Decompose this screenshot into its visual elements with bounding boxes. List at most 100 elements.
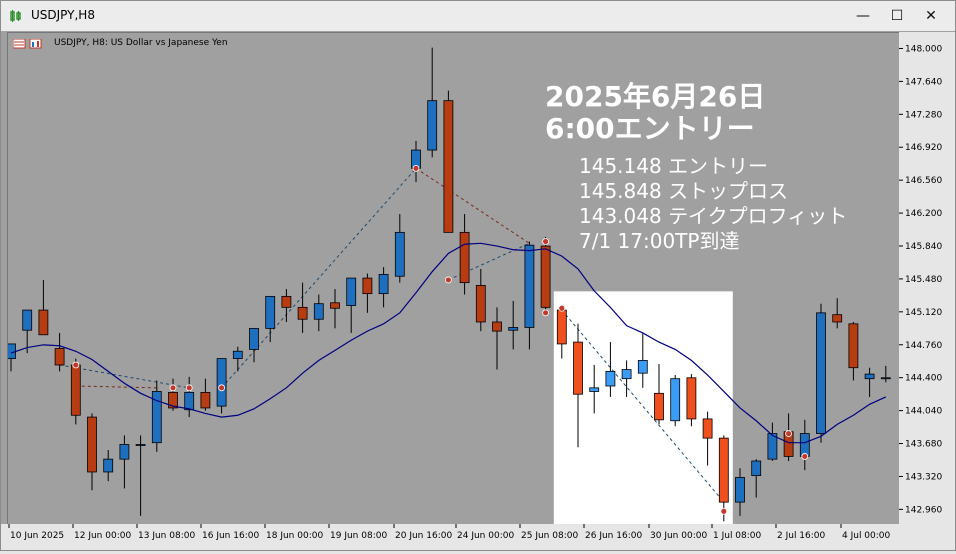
chart-header-icons (13, 39, 42, 49)
price-tick-label: 146.920 (905, 143, 942, 153)
chart-plot-area[interactable] (6, 32, 900, 526)
trade-marker (542, 309, 549, 317)
time-tick-label: 4 Jul 00:00 (842, 531, 891, 541)
trade-marker (169, 384, 177, 392)
candle-body (200, 391, 211, 409)
minimize-button[interactable]: — (846, 1, 880, 31)
candle-body (508, 327, 519, 331)
candle-body (670, 378, 681, 422)
price-tick-label: 143.680 (905, 440, 942, 450)
candle-body (330, 302, 340, 309)
candle-body (443, 100, 454, 233)
trade-line (75, 385, 157, 389)
price-tick-label: 147.280 (905, 110, 942, 120)
trade-highlight-box (553, 291, 733, 525)
candle-body (184, 391, 195, 411)
time-tick-label: 16 Jun 16:00 (202, 531, 259, 541)
chart-icon (10, 10, 21, 22)
time-tick-label: 30 Jun 00:00 (650, 531, 707, 541)
candle-body (637, 359, 648, 374)
candle-body (249, 327, 259, 350)
time-tick-label: 18 Jun 00:00 (266, 531, 323, 541)
candle-body (880, 377, 891, 380)
time-tick-label: 10 Jun 2025 (10, 531, 64, 541)
price-tick-label: 142.960 (905, 505, 942, 515)
price-tick-label: 148.000 (905, 44, 942, 54)
candle-body (540, 245, 551, 308)
candle-body (475, 285, 486, 323)
price-tick-label: 146.200 (905, 209, 942, 219)
candle-body (459, 231, 470, 284)
candle-body (103, 458, 114, 473)
time-axis[interactable]: 10 Jun 2025 12 Jun 00:00 13 Jun 08:00 16 Ju… (1, 524, 955, 550)
candle-body (378, 274, 389, 295)
candle-body (232, 350, 243, 359)
time-tick-label: 2 Jul 16:00 (777, 531, 826, 541)
maximize-button[interactable]: ☐ (880, 1, 914, 31)
price-axis-labels: 148.000 147.640 147.280 146.920 146.560 146.2… (899, 44, 942, 515)
candle-body (119, 444, 130, 460)
candle-body (524, 244, 535, 328)
grid-icon (13, 39, 26, 49)
price-tick-label: 146.560 (905, 176, 942, 186)
candle-body (22, 309, 33, 331)
candle-body (605, 370, 616, 387)
candle-body (718, 437, 729, 503)
time-tick-label: 13 Jun 08:00 (138, 531, 195, 541)
close-button[interactable]: ✕ (914, 1, 948, 31)
candle-body (265, 295, 276, 329)
candle-body (70, 364, 81, 416)
candle-body (362, 277, 373, 295)
candle-body (799, 433, 810, 457)
time-tick-label: 19 Jun 08:00 (330, 531, 387, 541)
candle-body (216, 358, 227, 407)
trade-line (415, 167, 530, 244)
trade-marker (72, 361, 80, 369)
candle-body (556, 309, 567, 345)
candle-body (864, 373, 875, 380)
time-tick-label: 1 Jul 08:00 (713, 531, 762, 541)
time-axis-labels: 10 Jun 2025 12 Jun 00:00 13 Jun 08:00 16 Ju… (8, 524, 891, 541)
time-tick-label: 26 Jun 16:00 (585, 531, 642, 541)
trade-marker (444, 276, 452, 284)
candle-body (297, 306, 308, 320)
trade-marker (185, 384, 193, 392)
candle-body (313, 303, 324, 320)
candle-body (6, 343, 16, 359)
trade-marker (785, 430, 792, 437)
moving-average-line (10, 242, 887, 444)
time-tick-label: 20 Jun 16:00 (395, 531, 452, 541)
candle-body (135, 444, 146, 446)
chart-window: USDJPY,H8 — ☐ ✕ 148.000 147.640 147.280 146… (0, 0, 956, 551)
candle-body (848, 323, 859, 369)
candle-body (38, 309, 49, 336)
candle-body (621, 369, 632, 380)
title-bar[interactable]: USDJPY,H8 — ☐ ✕ (1, 1, 955, 31)
annotation-entry-time: 6:00エントリー (545, 112, 755, 145)
candle-body (573, 341, 583, 395)
price-tick-label: 145.480 (905, 275, 942, 285)
annotation-tp-reached: 7/1 17:00TP到達 (579, 229, 740, 253)
candle-body (816, 312, 826, 434)
time-tick-label: 25 Jun 08:00 (521, 531, 578, 541)
candle-body (54, 348, 65, 366)
candle-body (589, 387, 600, 392)
chart-symbol-label: USDJPY, H8: US Dollar vs Japanese Yen (54, 38, 228, 48)
candle-body (87, 416, 97, 473)
price-tick-label: 147.640 (905, 77, 942, 87)
time-tick-label: 12 Jun 00:00 (74, 531, 131, 541)
trade-marker (558, 304, 566, 312)
price-axis[interactable]: 148.000 147.640 147.280 146.920 146.560 146.2… (899, 32, 955, 524)
price-tick-label: 144.400 (905, 374, 942, 384)
price-tick-label: 145.840 (905, 242, 942, 252)
candle-body (735, 477, 745, 503)
price-tick-label: 144.760 (905, 341, 942, 351)
candle-body (427, 100, 438, 151)
price-tick-label: 143.320 (905, 472, 942, 482)
trade-marker (412, 164, 420, 172)
trade-marker (542, 238, 549, 245)
candle-body (751, 460, 762, 477)
window-title: USDJPY,H8 (31, 8, 95, 22)
trade-marker (801, 453, 809, 460)
candle-body (832, 314, 843, 323)
